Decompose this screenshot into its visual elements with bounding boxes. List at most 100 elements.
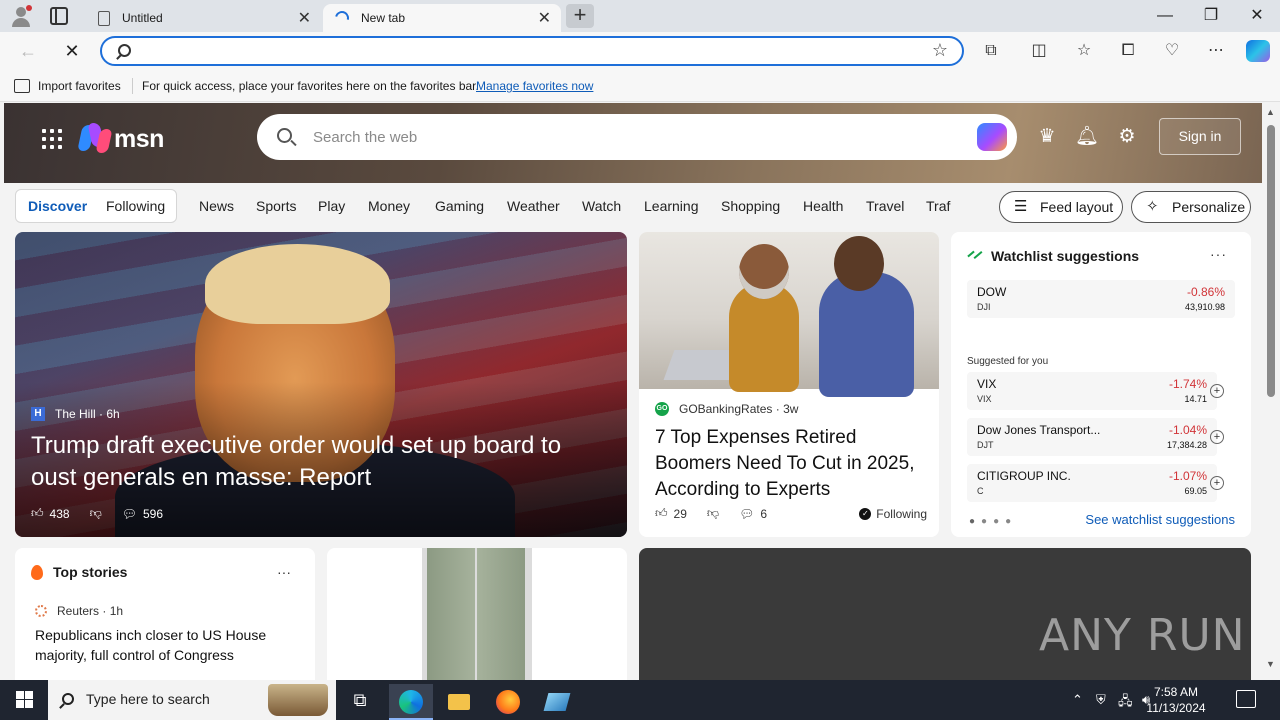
favorite-star-icon[interactable]: ☆ bbox=[932, 40, 948, 61]
scroll-down-icon[interactable]: ▼ bbox=[1266, 659, 1275, 669]
quote-row[interactable]: VIX VIX -1.74% 14.71 bbox=[967, 372, 1217, 410]
watermark: ANY RUN bbox=[1039, 610, 1246, 661]
product-card[interactable] bbox=[327, 548, 627, 680]
clock[interactable]: 7:58 AM 11/13/2024 bbox=[1136, 684, 1216, 716]
settings-more-icon[interactable]: ⋯ bbox=[1205, 40, 1227, 62]
settings-gear-icon[interactable]: ⚙ bbox=[1115, 125, 1139, 149]
quote-row[interactable]: CITIGROUP INC. C -1.07% 69.05 bbox=[967, 464, 1217, 502]
video-card[interactable]: ANY RUN bbox=[639, 548, 1251, 680]
quote-row[interactable]: DOW DJI -0.86% 43,910.98 bbox=[967, 280, 1235, 318]
personalize-button[interactable]: ✧ Personalize bbox=[1131, 191, 1251, 223]
msn-logo-text[interactable]: msn bbox=[114, 125, 164, 154]
taskbar-search-input[interactable] bbox=[86, 691, 286, 707]
add-to-watchlist-icon[interactable]: + bbox=[1210, 476, 1224, 490]
article-title[interactable]: 7 Top Expenses Retired Boomers Need To C… bbox=[655, 425, 927, 503]
scroll-up-icon[interactable]: ▲ bbox=[1266, 107, 1275, 117]
see-watchlist-link[interactable]: See watchlist suggestions bbox=[1085, 512, 1235, 527]
watchlist-card: Watchlist suggestions ··· DOW DJI -0.86%… bbox=[951, 232, 1251, 537]
scrollbar-thumb[interactable] bbox=[1267, 125, 1275, 397]
tab-discover[interactable]: Discover bbox=[28, 198, 87, 214]
title-bar: Untitled ✕ New tab ✕ + — ❐ ✕ bbox=[0, 0, 1280, 32]
like-icon[interactable]: 👍︎ bbox=[31, 506, 44, 521]
close-tab-icon[interactable]: ✕ bbox=[538, 8, 551, 28]
feed-layout-button[interactable]: ☰ Feed layout bbox=[999, 191, 1123, 223]
dislike-icon[interactable]: 👎︎ bbox=[90, 506, 102, 521]
nav-weather[interactable]: Weather bbox=[507, 198, 560, 214]
rewards-trophy-icon[interactable]: ♛ bbox=[1035, 125, 1059, 149]
tab-actions-icon[interactable] bbox=[50, 7, 68, 25]
page-viewport: msn ♛ 🔔︎ ⚙ Sign in Discover Following Ne… bbox=[0, 103, 1262, 680]
category-nav: Discover Following News Sports Play Mone… bbox=[4, 183, 1262, 231]
nav-play[interactable]: Play bbox=[318, 198, 345, 214]
firefox-icon[interactable] bbox=[486, 684, 530, 720]
nav-sports[interactable]: Sports bbox=[256, 198, 296, 214]
collections-icon[interactable]: ⧠ bbox=[1117, 40, 1139, 62]
import-favorites-button[interactable]: Import favorites bbox=[38, 79, 121, 93]
browser-essentials-icon[interactable]: ♡ bbox=[1161, 40, 1183, 62]
page-scrollbar[interactable]: ▲ ▼ bbox=[1262, 103, 1280, 680]
address-bar[interactable]: ☆ bbox=[100, 36, 964, 66]
address-input[interactable] bbox=[142, 41, 902, 61]
app-launcher-icon[interactable] bbox=[42, 129, 62, 149]
quote-row[interactable]: Dow Jones Transport... DJT -1.04% 17,384… bbox=[967, 418, 1217, 456]
back-button[interactable]: ← bbox=[16, 39, 40, 63]
file-explorer-icon[interactable] bbox=[437, 684, 481, 720]
dislike-icon[interactable]: 👎︎ bbox=[707, 506, 719, 521]
story-headline[interactable]: Republicans inch closer to US House majo… bbox=[35, 625, 295, 665]
split-screen-icon[interactable]: ◫ bbox=[1028, 40, 1050, 62]
security-icon[interactable]: ⛨ bbox=[1096, 692, 1106, 708]
comment-icon[interactable]: 💬︎ bbox=[122, 507, 137, 521]
nav-travel[interactable]: Travel bbox=[866, 198, 904, 214]
new-tab-button[interactable]: + bbox=[566, 4, 594, 28]
add-to-watchlist-icon[interactable]: + bbox=[1210, 384, 1224, 398]
restore-button[interactable]: ❐ bbox=[1188, 0, 1234, 32]
nav-shopping[interactable]: Shopping bbox=[721, 198, 780, 214]
copilot-icon[interactable] bbox=[977, 123, 1007, 151]
copilot-icon[interactable] bbox=[1246, 40, 1270, 62]
nav-health[interactable]: Health bbox=[803, 198, 843, 214]
tab-new-tab[interactable]: New tab ✕ bbox=[323, 4, 561, 32]
watchlist-title[interactable]: Watchlist suggestions bbox=[967, 248, 1139, 264]
edge-taskbar-icon[interactable] bbox=[389, 684, 433, 720]
article-title[interactable]: Trump draft executive order would set up… bbox=[31, 430, 611, 494]
nav-money[interactable]: Money bbox=[368, 198, 410, 214]
task-view-icon[interactable]: ⧉ bbox=[338, 684, 382, 720]
top-stories-title[interactable]: Top stories bbox=[31, 564, 127, 580]
hero-article-card[interactable]: H The Hill · 6h Trump draft executive or… bbox=[15, 232, 627, 537]
nav-news[interactable]: News bbox=[199, 198, 234, 214]
network-icon[interactable]: 🖧︎ bbox=[1118, 692, 1133, 714]
divider bbox=[132, 78, 133, 94]
article-card[interactable]: GO GOBankingRates · 3w 7 Top Expenses Re… bbox=[639, 232, 939, 537]
app-icon[interactable] bbox=[535, 684, 579, 720]
msn-logo-icon[interactable] bbox=[77, 123, 113, 153]
tab-following[interactable]: Following bbox=[106, 198, 165, 214]
nav-gaming[interactable]: Gaming bbox=[435, 198, 484, 214]
show-hidden-icons-icon[interactable]: ⌃ bbox=[1072, 692, 1083, 708]
notifications-bell-icon[interactable]: 🔔︎ bbox=[1075, 125, 1099, 149]
like-icon[interactable]: 👍︎ bbox=[655, 506, 668, 521]
profile-icon[interactable] bbox=[10, 5, 32, 27]
manage-favorites-link[interactable]: Manage favorites now bbox=[476, 79, 593, 93]
start-button[interactable] bbox=[0, 680, 48, 720]
minimize-button[interactable]: — bbox=[1142, 0, 1188, 32]
sign-in-button[interactable]: Sign in bbox=[1159, 118, 1241, 155]
stop-loading-button[interactable]: ✕ bbox=[60, 39, 84, 63]
msn-search-input[interactable] bbox=[313, 127, 953, 147]
nav-traffic[interactable]: Traf bbox=[926, 198, 950, 214]
close-tab-icon[interactable]: ✕ bbox=[298, 8, 311, 28]
extensions-icon[interactable]: ⧉ bbox=[980, 40, 1002, 62]
close-window-button[interactable]: ✕ bbox=[1234, 0, 1280, 32]
carousel-dots[interactable]: ●●●● bbox=[969, 516, 1017, 527]
nav-learning[interactable]: Learning bbox=[644, 198, 699, 214]
comment-icon[interactable]: 💬︎ bbox=[739, 507, 754, 521]
notifications-icon[interactable] bbox=[1236, 690, 1256, 708]
more-options-icon[interactable]: ··· bbox=[277, 564, 291, 580]
taskbar-search[interactable] bbox=[48, 680, 336, 720]
tab-untitled[interactable]: Untitled ✕ bbox=[86, 4, 321, 32]
favorites-icon[interactable]: ☆ bbox=[1073, 40, 1095, 62]
nav-watch[interactable]: Watch bbox=[582, 198, 621, 214]
msn-search-box[interactable] bbox=[257, 114, 1017, 160]
more-options-icon[interactable]: ··· bbox=[1210, 246, 1227, 262]
add-to-watchlist-icon[interactable]: + bbox=[1210, 430, 1224, 444]
following-button[interactable]: ✓ Following bbox=[859, 507, 927, 521]
